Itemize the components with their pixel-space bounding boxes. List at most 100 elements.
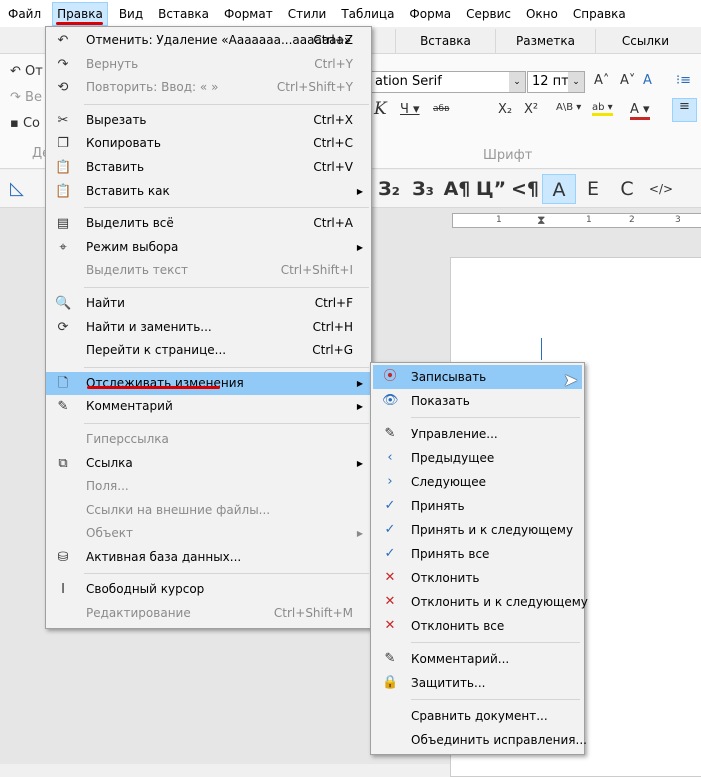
save-button[interactable]: ▪ Со — [10, 116, 40, 131]
redo-label: Ве — [25, 90, 42, 105]
clear-format-icon[interactable]: A — [643, 73, 652, 88]
char-spacing-icon[interactable]: A\B ▾ — [556, 102, 581, 113]
tab-insert[interactable]: Вставка — [395, 29, 495, 54]
menu-item[interactable]: ✕ Отклонить все — [373, 614, 582, 638]
menu-3[interactable]: Вставка — [154, 2, 213, 26]
menu-item[interactable]: Гиперссылка — [46, 428, 371, 452]
font-name-field[interactable]: ation Serif ⌄ — [370, 71, 526, 93]
chevron-down-icon[interactable]: ⌄ — [509, 72, 525, 92]
style-button[interactable]: </> — [644, 174, 678, 204]
font-color-icon[interactable]: A ▾ — [630, 102, 650, 120]
menu-item-shortcut: Ctrl+A — [313, 216, 353, 231]
menu-item-shortcut: Ctrl+Y — [314, 56, 353, 71]
menu-item[interactable]: 👁 Показать — [373, 389, 582, 413]
menu-item-label: Комментарий — [86, 399, 173, 414]
menu-item[interactable]: Редактирование Ctrl+Shift+M — [46, 602, 371, 626]
superscript-icon[interactable]: X² — [524, 102, 538, 117]
align-left-icon[interactable]: ≡ — [672, 98, 697, 122]
menu-item[interactable]: ✂ Вырезать Ctrl+X — [46, 109, 371, 133]
menu-item-label: Управление... — [411, 427, 498, 441]
style-button[interactable]: <¶ — [508, 174, 542, 204]
menu-item[interactable]: 🗋 Отслеживать изменения ▶ — [46, 371, 371, 396]
indent-marker-icon[interactable]: ⧗ — [537, 213, 545, 228]
font-name-value: ation Serif — [375, 74, 442, 89]
font-size-field[interactable]: 12 пт ⌄ — [527, 71, 585, 93]
menu-6[interactable]: Таблица — [337, 2, 398, 26]
style-button[interactable]: З₂ — [372, 174, 406, 204]
menu-item[interactable]: 🔍 Найти Ctrl+F — [46, 292, 371, 316]
menu-4[interactable]: Формат — [220, 2, 277, 26]
menu-7[interactable]: Форма — [405, 2, 455, 26]
menu-item[interactable]: Выделить текст Ctrl+Shift+I — [46, 259, 371, 283]
style-button[interactable]: A¶ — [440, 174, 474, 204]
subscript-icon[interactable]: X₂ — [498, 102, 512, 117]
menu-item[interactable]: ↷ Вернуть Ctrl+Y — [46, 53, 371, 77]
style-button[interactable]: З₃ — [406, 174, 440, 204]
tab-layout[interactable]: Разметка — [495, 29, 595, 54]
menu-item-shortcut: Ctrl+F — [314, 295, 353, 310]
style-button[interactable]: E — [576, 174, 610, 204]
highlight-color-icon[interactable]: ab ▾ — [592, 102, 613, 116]
menu-separator — [84, 207, 369, 209]
menu-item[interactable]: I Свободный курсор — [46, 578, 371, 602]
menu-item-label: Отклонить все — [411, 619, 505, 633]
comment-icon: ✎ — [57, 399, 69, 415]
style-button[interactable]: C — [610, 174, 644, 204]
redo-button[interactable]: ↷ Ве — [10, 90, 42, 105]
style-button[interactable]: Ц” — [474, 174, 508, 204]
menu-item[interactable]: ✎ Комментарий... — [373, 647, 582, 671]
menu-item[interactable]: ⛁ Активная база данных... — [46, 546, 371, 570]
menu-item[interactable]: ✓ Принять — [373, 494, 582, 518]
menu-item[interactable]: ❐ Копировать Ctrl+C — [46, 132, 371, 156]
menu-item[interactable]: ⦿ Записывать — [373, 365, 582, 389]
menu-item[interactable]: › Следующее — [373, 470, 582, 494]
menu-item-label: Отменить: Удаление «Ааааааа...ааааааа» — [86, 33, 352, 47]
menu-8[interactable]: Сервис — [462, 2, 515, 26]
menu-item-label: Режим выбора — [86, 239, 179, 254]
manage-icon: ✎ — [384, 426, 396, 441]
menu-9[interactable]: Окно — [522, 2, 562, 26]
menu-item[interactable]: ✎ Управление... — [373, 422, 582, 446]
menu-item[interactable]: ⟲ Повторить: Ввод: « » Ctrl+Shift+Y — [46, 76, 371, 100]
menu-item[interactable]: ✕ Отклонить — [373, 566, 582, 590]
menu-0[interactable]: Файл — [4, 2, 45, 26]
menu-item[interactable]: Перейти к странице... Ctrl+G — [46, 339, 371, 363]
menu-item[interactable]: Сравнить документ... — [373, 704, 582, 728]
menu-separator — [84, 103, 369, 105]
underline-icon[interactable]: Ч ▾ — [400, 102, 420, 117]
menu-item[interactable]: ‹ Предыдущее — [373, 446, 582, 470]
menu-item[interactable]: ↶ Отменить: Удаление «Ааааааа...ааааааа» C… — [46, 29, 371, 53]
menu-item[interactable]: ✎ Комментарий ▶ — [46, 395, 371, 419]
chevron-down-icon[interactable]: ⌄ — [568, 72, 584, 92]
ruler-tick: 2 — [629, 215, 635, 225]
menu-item[interactable]: ✓ Принять все — [373, 542, 582, 566]
style-button[interactable]: A — [542, 174, 576, 204]
menu-item[interactable]: ✕ Отклонить и к следующему — [373, 590, 588, 614]
font-shrink-icon[interactable]: A˅ — [620, 73, 635, 88]
menu-10[interactable]: Справка — [569, 2, 630, 26]
strikethrough-icon[interactable]: абв — [433, 104, 449, 114]
menu-item[interactable]: 🔒 Защитить... — [373, 671, 582, 695]
list-icon[interactable]: ⁝≡ — [676, 73, 691, 88]
menu-item[interactable]: Объединить исправления... — [373, 728, 587, 752]
menu-item[interactable]: 📋 Вставить Ctrl+V — [46, 156, 371, 180]
menu-item[interactable]: Объект ▶ — [46, 522, 371, 546]
font-grow-icon[interactable]: A˄ — [594, 73, 609, 88]
menu-2[interactable]: Вид — [115, 2, 147, 26]
undo-button[interactable]: ↶ От — [10, 64, 43, 79]
menu-item[interactable]: Ссылки на внешние файлы... — [46, 499, 371, 523]
ruler[interactable]: 1 ⧗ 1 2 3 — [452, 213, 701, 228]
menu-5[interactable]: Стили — [284, 2, 331, 26]
menu-item[interactable]: 📋 Вставить как ▶ — [46, 180, 371, 204]
menu-item[interactable]: ⟳ Найти и заменить... Ctrl+H — [46, 316, 371, 340]
menu-item[interactable]: ▤ Выделить всё Ctrl+A — [46, 212, 371, 236]
menu-item[interactable]: ⧉ Ссылка ▶ — [46, 452, 371, 476]
menu-item[interactable]: Поля... — [46, 475, 371, 499]
sidebar-icon[interactable]: ◺ — [10, 178, 24, 199]
reject-icon: ✕ — [384, 570, 396, 585]
italic-icon[interactable]: K — [374, 99, 387, 119]
ruler-tick: 1 — [586, 215, 592, 225]
menu-item[interactable]: ⌖ Режим выбора ▶ — [46, 236, 371, 260]
menu-item[interactable]: ✓ Принять и к следующему — [373, 518, 582, 542]
tab-references[interactable]: Ссылки — [595, 29, 695, 54]
